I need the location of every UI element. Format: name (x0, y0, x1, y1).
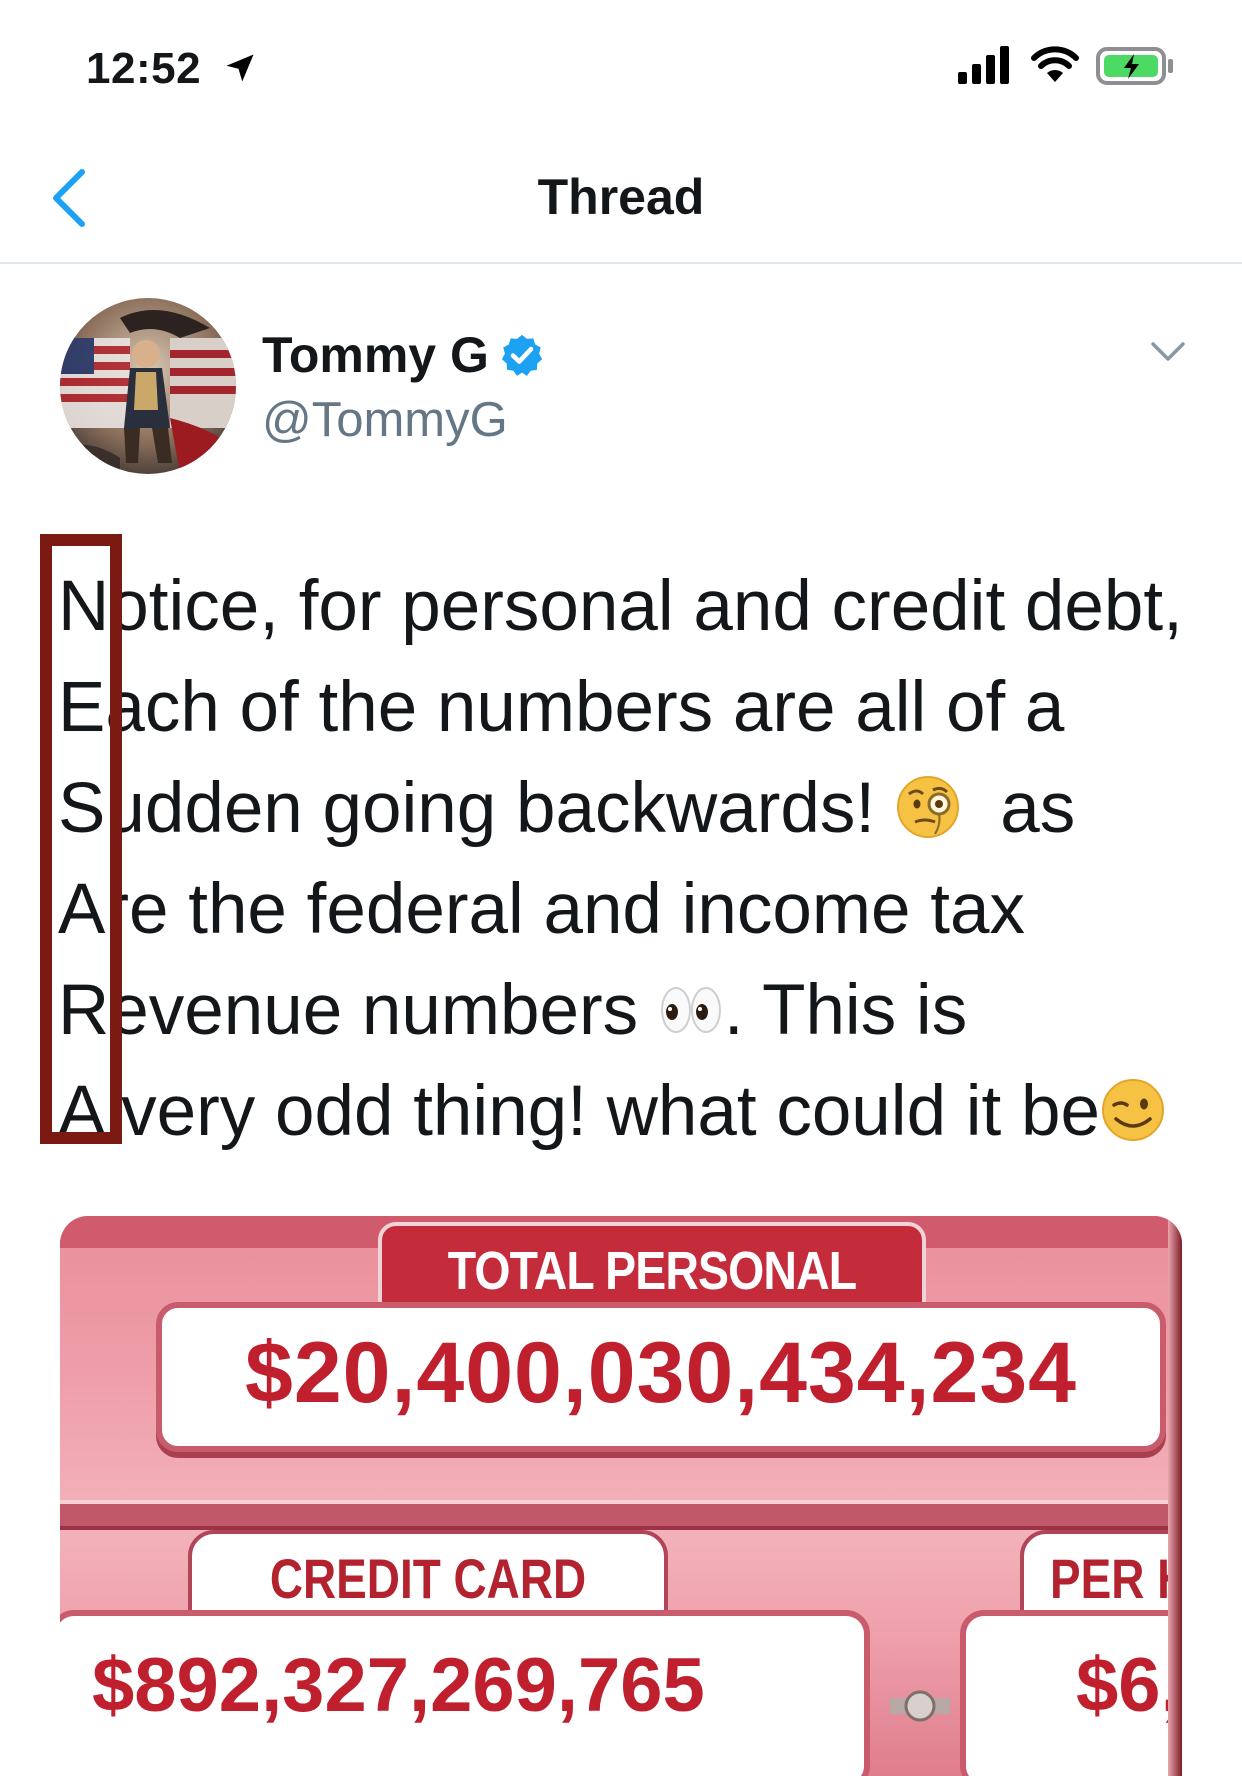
total-debt-box: $20,400,030,434,234 (156, 1302, 1166, 1452)
tweet-text: Notice, for personal and credit debt, Ea… (58, 556, 1218, 1162)
verified-badge-icon (501, 334, 543, 376)
header-divider (0, 262, 1242, 264)
face-with-monocle-emoji (896, 776, 959, 838)
wifi-icon (1031, 46, 1079, 82)
author-display-name[interactable]: Tommy G (262, 326, 489, 384)
page-title: Thread (537, 169, 705, 225)
connector-icon (890, 1690, 950, 1722)
avatar[interactable] (60, 298, 236, 474)
tweet-line: Each of the numbers are all of a (58, 668, 1065, 747)
tweet-line: Notice, for personal and credit debt, (58, 567, 1183, 646)
location-arrow-icon (226, 54, 254, 82)
tweet-line-text: Revenue numbers (58, 971, 639, 1050)
tweet-image[interactable]: TOTAL PERSONAL DEBT $20,400,030,434,234 … (60, 1216, 1182, 1776)
author-name-row[interactable]: Tommy G (262, 326, 545, 384)
credit-card-box: $892,327,269,765 (60, 1610, 870, 1776)
total-debt-value: $20,400,030,434,234 (244, 1325, 1077, 1421)
tweet-line: Sudden going backwards! as (58, 758, 1218, 859)
per-household-value: $6, (1076, 1643, 1182, 1728)
winking-face-emoji (1101, 1079, 1164, 1141)
tweet-line: Are the federal and income tax (58, 870, 1025, 949)
eyes-emoji (660, 987, 721, 1033)
credit-card-value: $892,327,269,765 (92, 1643, 705, 1728)
chevron-down-icon[interactable] (1150, 340, 1186, 364)
per-household-label: PER H (1050, 1547, 1182, 1610)
tweet-line-text: Sudden going backwards! (58, 769, 876, 848)
tweet-line-text: as (1000, 769, 1076, 848)
status-time: 12:52 (86, 44, 202, 93)
signal-icon (958, 46, 1009, 84)
tweet-line: A very odd thing! what could it be (58, 1061, 1218, 1162)
tweet-line: Revenue numbers . This is (58, 960, 1218, 1061)
author-handle[interactable]: @TommyG (262, 392, 508, 448)
card-rail (60, 1500, 1182, 1530)
tweet-line-text: A very odd thing! what could it be (58, 1072, 1100, 1151)
battery-charging-icon (1096, 47, 1173, 85)
tweet-line-text: . This is (723, 971, 968, 1050)
card-right-edge (1168, 1216, 1182, 1776)
per-household-box: $6, (960, 1610, 1182, 1776)
highlight-box (40, 534, 122, 1144)
